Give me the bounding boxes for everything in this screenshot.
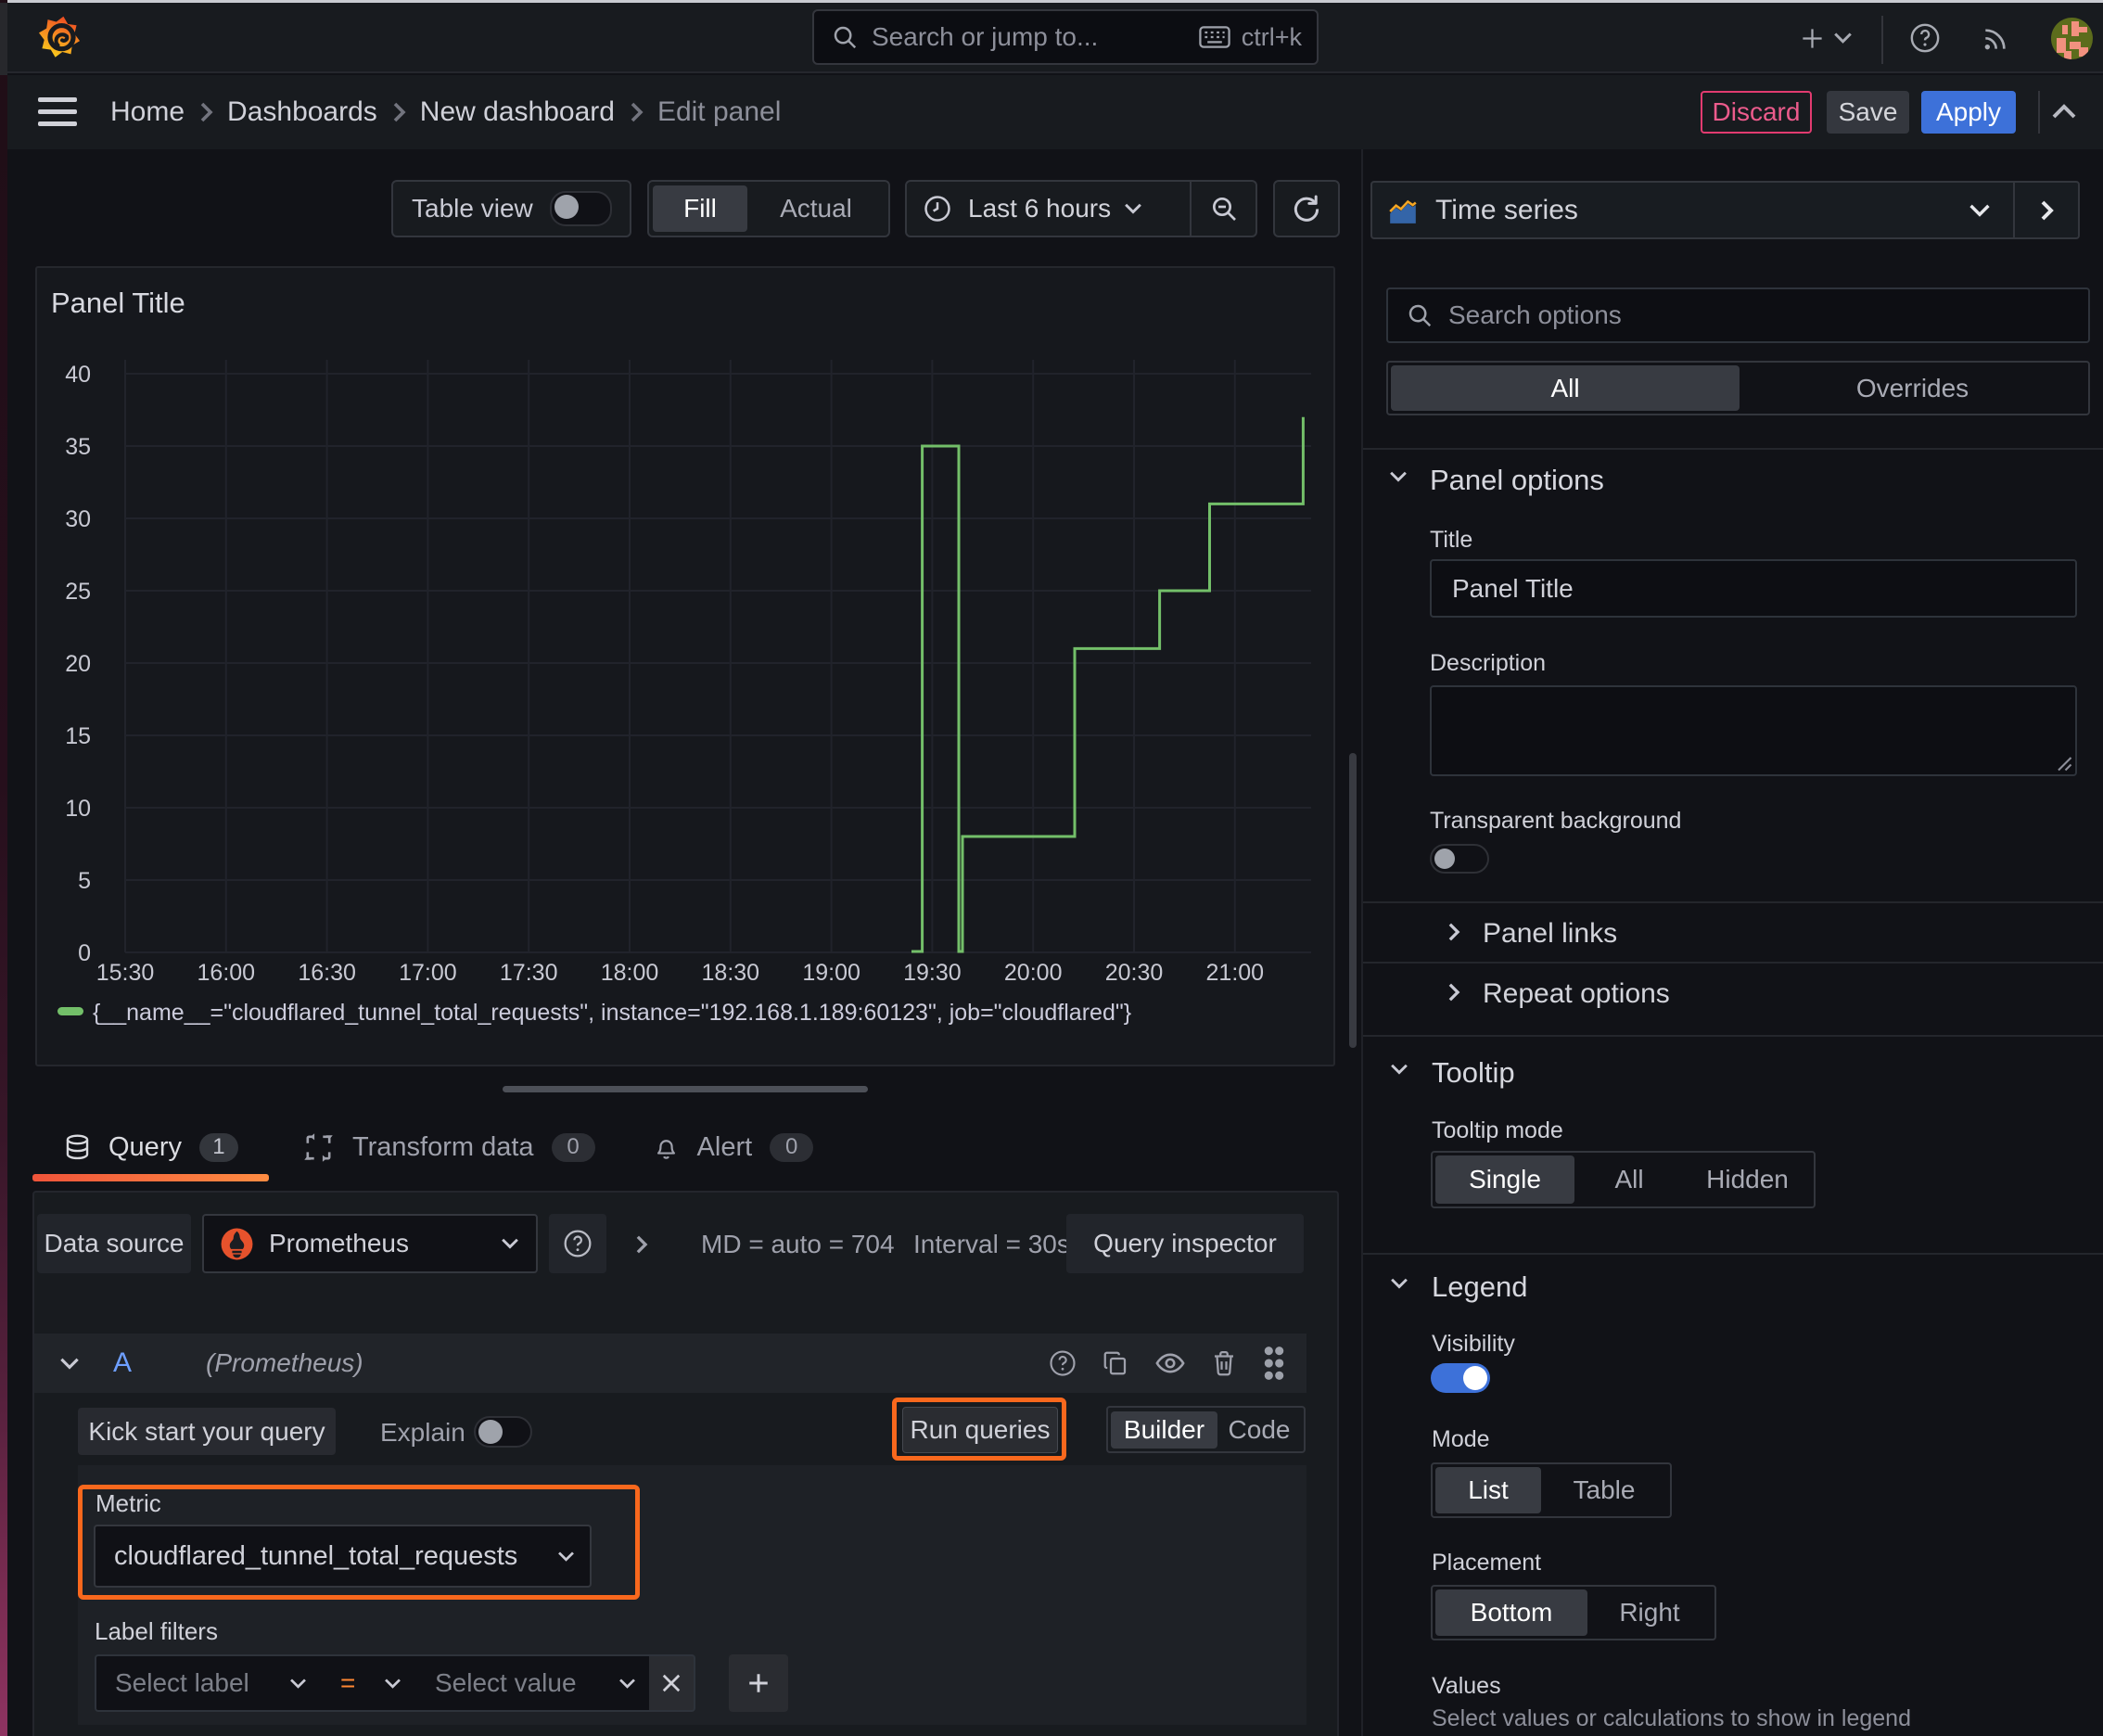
svg-text:30: 30 [65,506,91,532]
svg-text:20: 20 [65,651,91,677]
svg-text:15: 15 [65,723,91,749]
svg-text:19:30: 19:30 [903,960,962,986]
svg-text:20:00: 20:00 [1004,960,1063,986]
svg-text:16:30: 16:30 [298,960,356,986]
svg-text:21:00: 21:00 [1206,960,1265,986]
svg-text:0: 0 [78,940,91,966]
svg-text:18:00: 18:00 [601,960,659,986]
svg-text:Panel Title: Panel Title [51,287,185,319]
svg-text:16:00: 16:00 [198,960,256,986]
svg-text:20:30: 20:30 [1105,960,1164,986]
svg-text:18:30: 18:30 [702,960,760,986]
svg-text:17:30: 17:30 [500,960,558,986]
svg-text:15:30: 15:30 [96,960,155,986]
svg-text:35: 35 [65,434,91,460]
svg-text:5: 5 [78,868,91,894]
svg-text:{__name__="cloudflared_tunnel_: {__name__="cloudflared_tunnel_total_requ… [93,1000,1131,1026]
svg-text:40: 40 [65,362,91,388]
svg-text:17:00: 17:00 [399,960,457,986]
svg-text:25: 25 [65,579,91,605]
svg-text:19:00: 19:00 [802,960,860,986]
svg-text:10: 10 [65,796,91,822]
